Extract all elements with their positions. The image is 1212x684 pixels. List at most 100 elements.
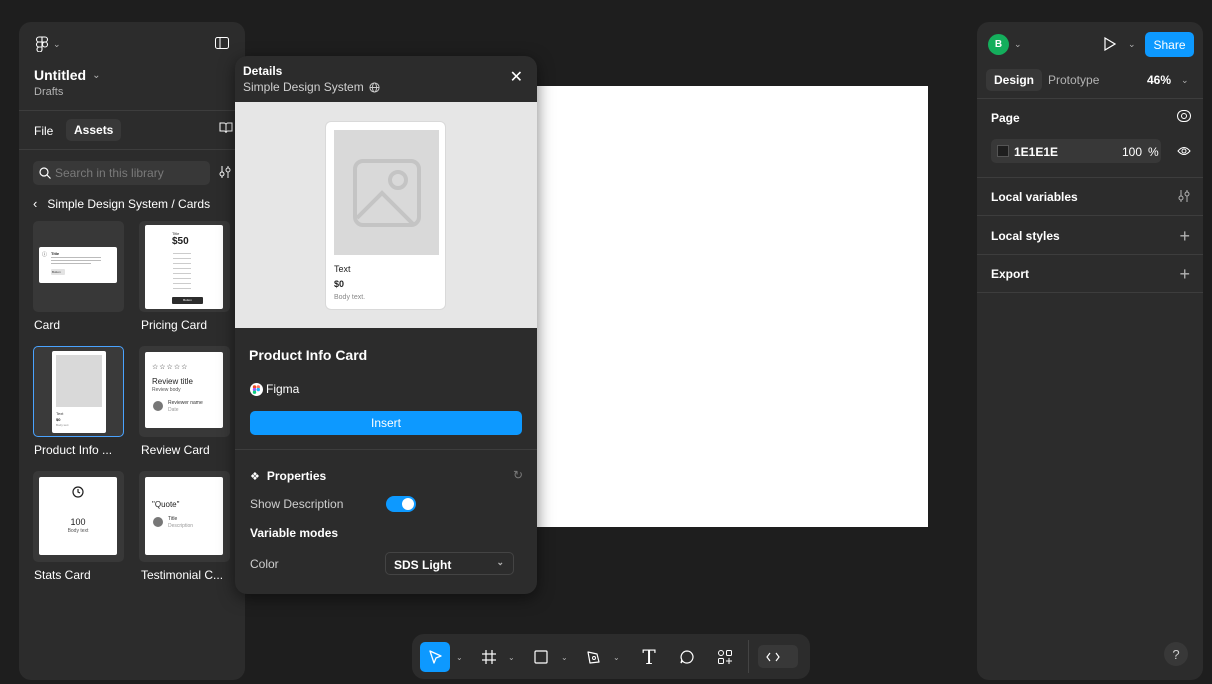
text-tool-button[interactable]: T <box>636 642 662 672</box>
left-panel: ⌄ Untitled ⌄ Drafts File Assets ‹ Simple… <box>19 22 245 680</box>
component-label: Testimonial C... <box>141 568 224 582</box>
tab-file[interactable]: File <box>34 124 53 138</box>
toggle-sidebar-button[interactable] <box>215 37 229 49</box>
chevron-down-icon: ⌄ <box>496 557 504 567</box>
color-mode-value: SDS Light <box>394 558 452 572</box>
details-header: Details <box>243 64 283 78</box>
zoom-dropdown[interactable]: 46% ⌄ <box>1147 73 1189 87</box>
page-color-hex[interactable]: 1E1E1E <box>1014 145 1058 159</box>
divider <box>235 449 537 450</box>
avatar <box>153 517 163 527</box>
actions-tool-button[interactable] <box>712 642 738 672</box>
component-testimonial-card-thumbnail[interactable]: "Quote" Title Description <box>139 471 230 562</box>
component-details-panel: Details Simple Design System ✕ Text $0 B… <box>235 56 537 594</box>
move-tool-button[interactable] <box>420 642 450 672</box>
shape-tool-button[interactable] <box>528 642 554 672</box>
tab-design[interactable]: Design <box>986 69 1043 91</box>
file-location[interactable]: Drafts <box>34 86 63 98</box>
figma-logo-icon <box>35 36 49 52</box>
component-product-info-card-thumbnail[interactable]: Text $0 Body text <box>33 346 124 437</box>
component-name: Product Info Card <box>249 347 368 363</box>
chevron-down-icon: ⌄ <box>1128 38 1136 49</box>
user-menu[interactable]: B ⌄ <box>988 34 1022 55</box>
search-icon <box>39 167 51 179</box>
divider <box>977 292 1203 293</box>
search-input[interactable] <box>55 166 195 180</box>
comment-tool-button[interactable] <box>674 642 700 672</box>
chevron-down-icon: ⌄ <box>1014 39 1022 49</box>
tab-prototype[interactable]: Prototype <box>1048 73 1099 87</box>
info-icon: ⓘ <box>42 252 48 258</box>
canvas-frame[interactable] <box>537 86 928 527</box>
add-export-icon[interactable]: + <box>1179 265 1190 283</box>
page-color-input[interactable]: 1E1E1E 100 % <box>991 139 1161 163</box>
image-placeholder-icon <box>353 159 421 227</box>
local-variables-heading[interactable]: Local variables <box>991 190 1078 204</box>
chevron-down-icon[interactable]: ⌄ <box>456 653 463 662</box>
help-button[interactable]: ? <box>1164 642 1188 666</box>
component-pricing-card-thumbnail[interactable]: Title $50 Button <box>139 221 230 312</box>
color-mode-select[interactable]: SDS Light ⌄ <box>385 552 514 575</box>
avatar: B <box>988 34 1009 55</box>
avatar <box>153 401 163 411</box>
library-button[interactable] <box>219 122 233 134</box>
add-style-icon[interactable]: + <box>1179 227 1190 245</box>
divider <box>748 640 749 673</box>
tab-assets[interactable]: Assets <box>66 119 122 141</box>
toggle-visibility-button[interactable] <box>1177 145 1191 157</box>
variables-icon <box>1178 190 1190 202</box>
component-stats-card-thumbnail[interactable]: 100 Body text <box>33 471 124 562</box>
file-name-dropdown[interactable]: Untitled ⌄ <box>34 67 101 83</box>
component-label: Stats Card <box>34 568 91 582</box>
frame-tool-button[interactable] <box>476 642 502 672</box>
export-heading: Export <box>991 267 1030 281</box>
show-description-toggle[interactable] <box>386 496 416 512</box>
insert-button[interactable]: Insert <box>250 411 522 435</box>
show-description-label: Show Description <box>250 497 344 511</box>
main-menu-button[interactable]: ⌄ <box>35 36 61 52</box>
page-opacity[interactable]: 100 <box>1122 145 1142 159</box>
filter-icon <box>219 166 231 178</box>
figma-avatar-icon <box>250 382 263 396</box>
clock-icon <box>72 486 84 498</box>
page-variables-button[interactable] <box>1177 110 1191 122</box>
share-button[interactable]: Share <box>1145 32 1194 57</box>
reset-icon[interactable]: ↻ <box>513 468 523 482</box>
zoom-level: 46% <box>1147 73 1172 87</box>
divider <box>977 177 1203 178</box>
play-icon <box>1104 37 1116 51</box>
breadcrumb-path: Simple Design System / Cards <box>47 196 211 211</box>
local-styles-heading: Local styles <box>991 229 1060 243</box>
author-name: Figma <box>266 382 300 396</box>
component-card-thumbnail[interactable]: ⓘ Title Button <box>33 221 124 312</box>
back-chevron-icon[interactable]: ‹ <box>33 196 37 211</box>
breadcrumb[interactable]: ‹ Simple Design System / Cards <box>33 196 210 211</box>
library-search[interactable] <box>33 161 210 185</box>
component-properties-icon: ❖ <box>250 470 260 483</box>
text-icon: T <box>642 645 656 669</box>
chevron-down-icon: ⌄ <box>1181 74 1189 85</box>
percent-sign: % <box>1148 145 1159 159</box>
right-panel: B ⌄ ⌄ Share Design Prototype 46% ⌄ Page … <box>977 22 1203 680</box>
present-button[interactable]: ⌄ <box>1104 37 1136 51</box>
image-placeholder-icon <box>56 355 102 407</box>
component-review-card-thumbnail[interactable]: ☆☆☆☆☆ Review title Review body Reviewer … <box>139 346 230 437</box>
rating-stars: ☆☆☆☆☆ <box>152 364 189 371</box>
chevron-down-icon[interactable]: ⌄ <box>508 653 515 662</box>
dev-mode-toggle[interactable] <box>758 645 798 668</box>
chevron-down-icon[interactable]: ⌄ <box>561 653 568 662</box>
filter-button[interactable] <box>218 165 232 179</box>
pen-tool-button[interactable] <box>580 642 606 672</box>
eye-icon <box>1177 147 1191 155</box>
component-label: Pricing Card <box>141 318 208 332</box>
file-title: Untitled <box>34 67 87 83</box>
toggle-knob <box>402 498 414 510</box>
close-icon[interactable]: ✕ <box>510 70 523 86</box>
divider <box>19 149 245 150</box>
component-label: Product Info ... <box>34 443 113 457</box>
local-variables-button[interactable] <box>1177 189 1191 203</box>
chevron-down-icon[interactable]: ⌄ <box>613 653 620 662</box>
rectangle-icon <box>534 650 548 664</box>
color-swatch[interactable] <box>997 145 1009 157</box>
globe-icon <box>369 81 380 93</box>
